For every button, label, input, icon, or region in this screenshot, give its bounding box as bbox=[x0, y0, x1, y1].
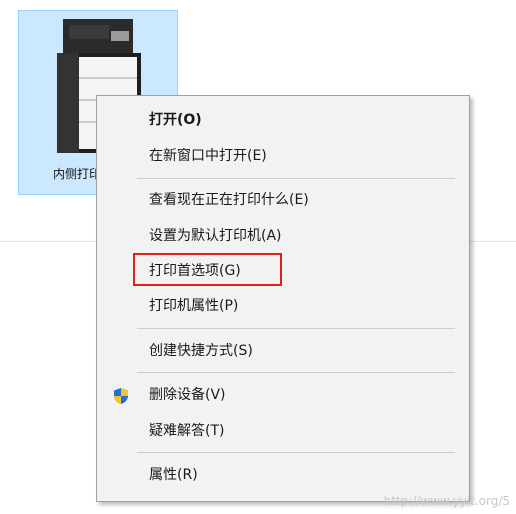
menu-separator bbox=[137, 452, 455, 453]
menu-item-label: 查看现在正在打印什么(E) bbox=[149, 192, 309, 208]
menu-item-see-printing[interactable]: 查看现在正在打印什么(E) bbox=[97, 185, 469, 215]
context-menu: 打开(O) 在新窗口中打开(E) 查看现在正在打印什么(E) 设置为默认打印机(… bbox=[96, 95, 470, 502]
menu-item-printer-properties[interactable]: 打印机属性(P) bbox=[97, 291, 469, 321]
menu-item-open[interactable]: 打开(O) bbox=[97, 105, 469, 135]
menu-item-label: 删除设备(V) bbox=[149, 387, 226, 403]
highlight-box bbox=[133, 253, 282, 286]
watermark: http://www.yyit.org/5 bbox=[383, 494, 510, 508]
menu-separator bbox=[137, 372, 455, 373]
menu-separator bbox=[137, 178, 455, 179]
uac-shield-icon bbox=[114, 388, 128, 404]
menu-item-set-default[interactable]: 设置为默认打印机(A) bbox=[97, 221, 469, 251]
menu-item-label: 属性(R) bbox=[149, 467, 198, 483]
menu-item-label: 创建快捷方式(S) bbox=[149, 343, 253, 359]
menu-item-remove-device[interactable]: 删除设备(V) bbox=[97, 380, 469, 410]
menu-item-label: 疑难解答(T) bbox=[149, 423, 225, 439]
menu-item-create-shortcut[interactable]: 创建快捷方式(S) bbox=[97, 336, 469, 366]
menu-item-label: 设置为默认打印机(A) bbox=[149, 228, 282, 244]
menu-item-label: 在新窗口中打开(E) bbox=[149, 148, 267, 164]
menu-item-label: 打印机属性(P) bbox=[149, 298, 239, 314]
menu-separator bbox=[137, 328, 455, 329]
menu-item-label: 打开(O) bbox=[149, 112, 202, 128]
menu-item-properties[interactable]: 属性(R) bbox=[97, 460, 469, 490]
menu-item-open-new-window[interactable]: 在新窗口中打开(E) bbox=[97, 141, 469, 171]
menu-item-troubleshoot[interactable]: 疑难解答(T) bbox=[97, 416, 469, 446]
